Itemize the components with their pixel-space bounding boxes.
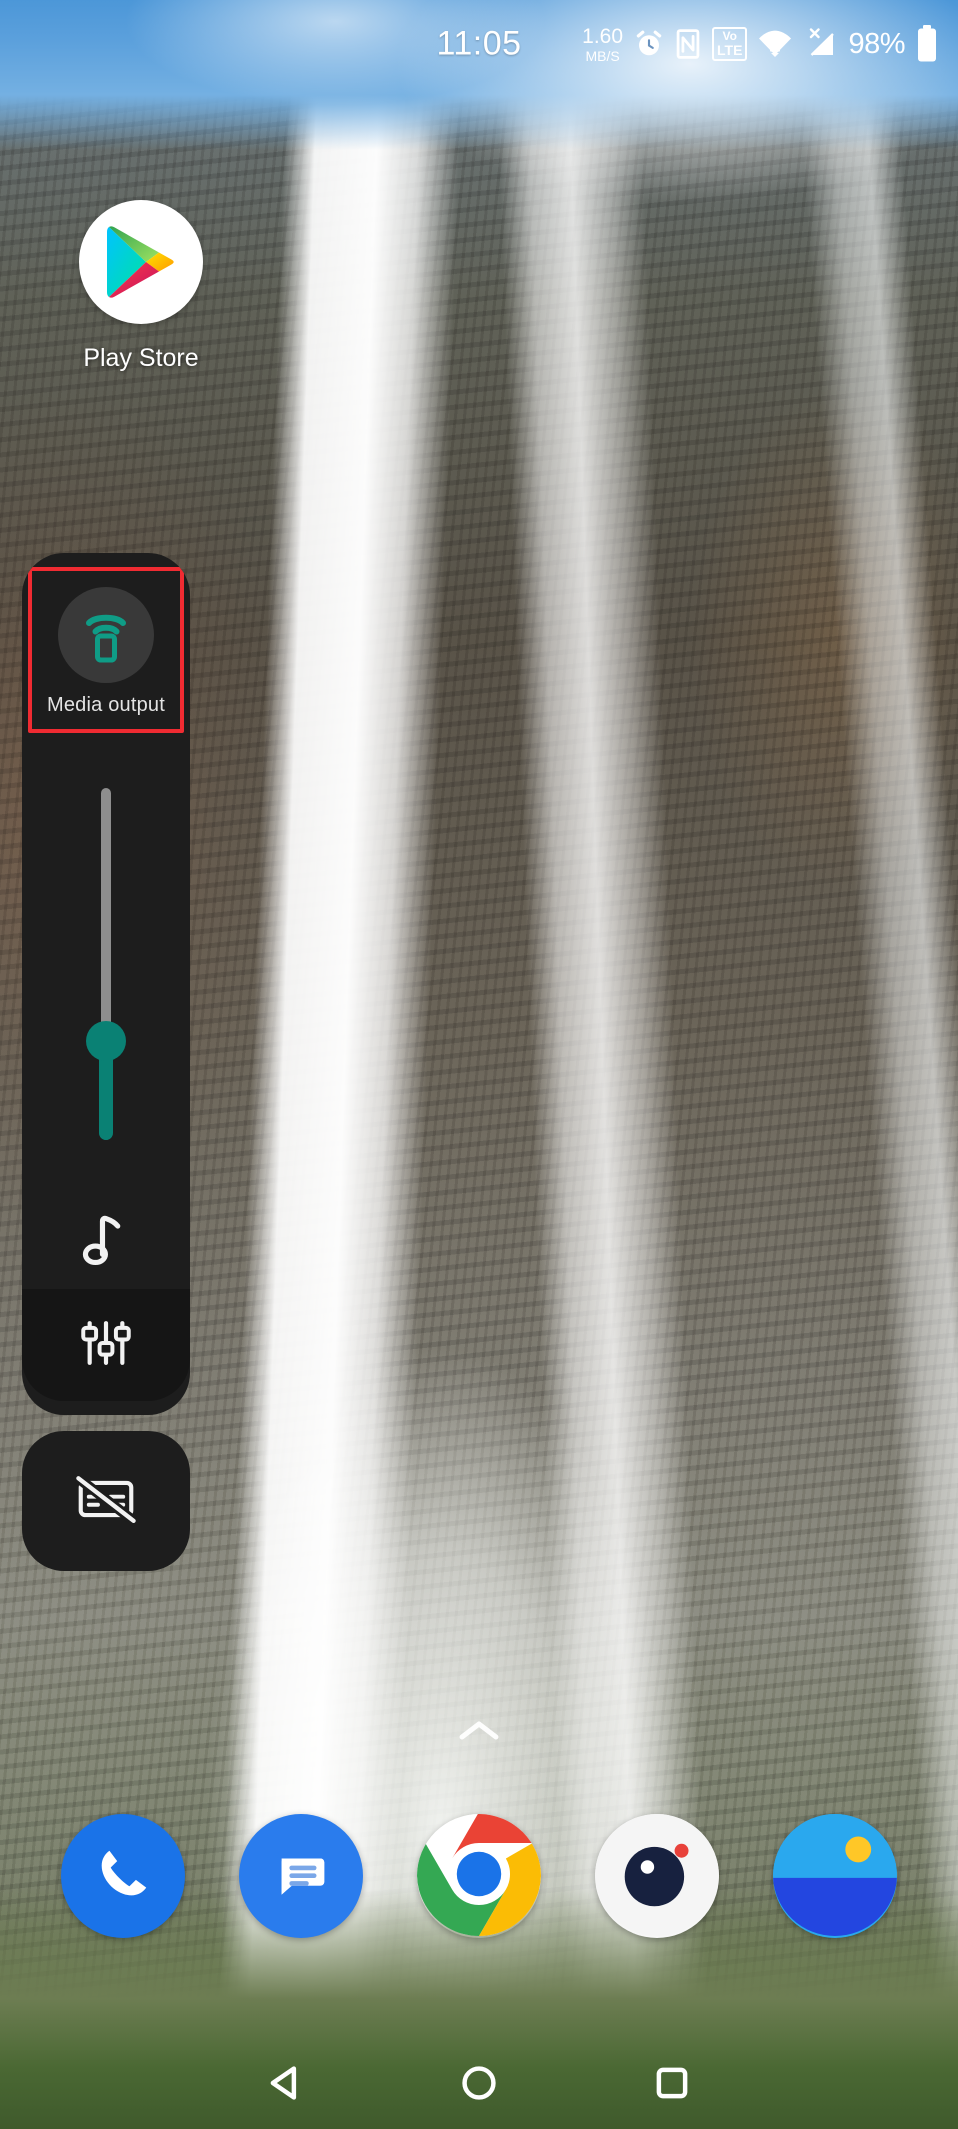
volte-label-bottom: LTE xyxy=(717,42,743,58)
volte-icon: Vo LTE xyxy=(712,27,748,61)
home-circle-icon[interactable] xyxy=(458,2062,500,2109)
volume-panel-main: Media output xyxy=(22,553,190,1415)
nav-home-button[interactable] xyxy=(444,2050,514,2120)
captions-off-icon[interactable] xyxy=(73,1472,139,1531)
gallery-icon[interactable] xyxy=(773,1814,897,1938)
nav-recents-button[interactable] xyxy=(637,2050,707,2120)
volume-panel: Media output xyxy=(22,553,190,1571)
network-speed-indicator: 1.60 MB/S xyxy=(582,26,623,63)
sound-settings-sliders-icon[interactable] xyxy=(78,1315,134,1376)
battery-percent-label: 98% xyxy=(848,27,905,60)
status-bar-icons: 1.60 MB/S Vo LTE 98% xyxy=(582,25,938,63)
wifi-icon xyxy=(758,30,792,58)
network-speed-value: 1.60 xyxy=(582,24,624,48)
chrome-icon[interactable] xyxy=(417,1814,541,1938)
dock xyxy=(0,1812,958,1940)
captions-button[interactable] xyxy=(22,1431,190,1571)
status-bar-clock: 11:05 xyxy=(436,24,522,63)
phone-icon[interactable] xyxy=(92,1843,154,1910)
app-drawer-chevron[interactable] xyxy=(457,1718,501,1749)
volume-slider-thumb[interactable] xyxy=(86,1021,126,1062)
cast-device-icon[interactable] xyxy=(58,587,154,683)
nav-back-button[interactable] xyxy=(251,2050,321,2120)
alarm-clock-icon xyxy=(634,29,664,59)
volte-label-top: Vo xyxy=(722,29,737,43)
network-speed-unit: MB/S xyxy=(585,47,620,64)
chevron-up-icon[interactable] xyxy=(457,1721,501,1748)
dock-item-gallery[interactable] xyxy=(773,1814,897,1938)
dock-item-messages[interactable] xyxy=(239,1814,363,1938)
dock-item-chrome[interactable] xyxy=(417,1814,541,1938)
dock-item-camera[interactable] xyxy=(595,1814,719,1938)
play-store-icon[interactable] xyxy=(79,200,203,324)
status-bar: 11:05 1.60 MB/S Vo LTE 98% xyxy=(0,0,958,90)
messages-icon[interactable] xyxy=(270,1843,332,1910)
media-output-button[interactable]: Media output xyxy=(28,567,184,733)
nfc-icon xyxy=(675,29,701,59)
recents-square-icon[interactable] xyxy=(651,2062,693,2109)
back-triangle-icon[interactable] xyxy=(265,2062,307,2109)
battery-full-icon xyxy=(916,25,938,63)
camera-icon[interactable] xyxy=(595,1814,719,1938)
app-shortcut-play-store[interactable]: Play Store xyxy=(56,200,226,373)
volume-slider[interactable] xyxy=(22,739,190,1189)
music-note-icon[interactable] xyxy=(22,1189,190,1289)
dock-item-phone[interactable] xyxy=(61,1814,185,1938)
navigation-bar xyxy=(0,2041,958,2129)
media-output-label: Media output xyxy=(46,694,166,716)
cellular-signal-no-sim-icon xyxy=(803,28,837,60)
volume-slider-track[interactable] xyxy=(86,788,126,1140)
app-shortcut-label: Play Store xyxy=(83,344,199,372)
sound-settings-button[interactable] xyxy=(22,1289,190,1401)
android-home-screen: 11:05 1.60 MB/S Vo LTE 98% Play Store Me… xyxy=(0,0,958,2129)
